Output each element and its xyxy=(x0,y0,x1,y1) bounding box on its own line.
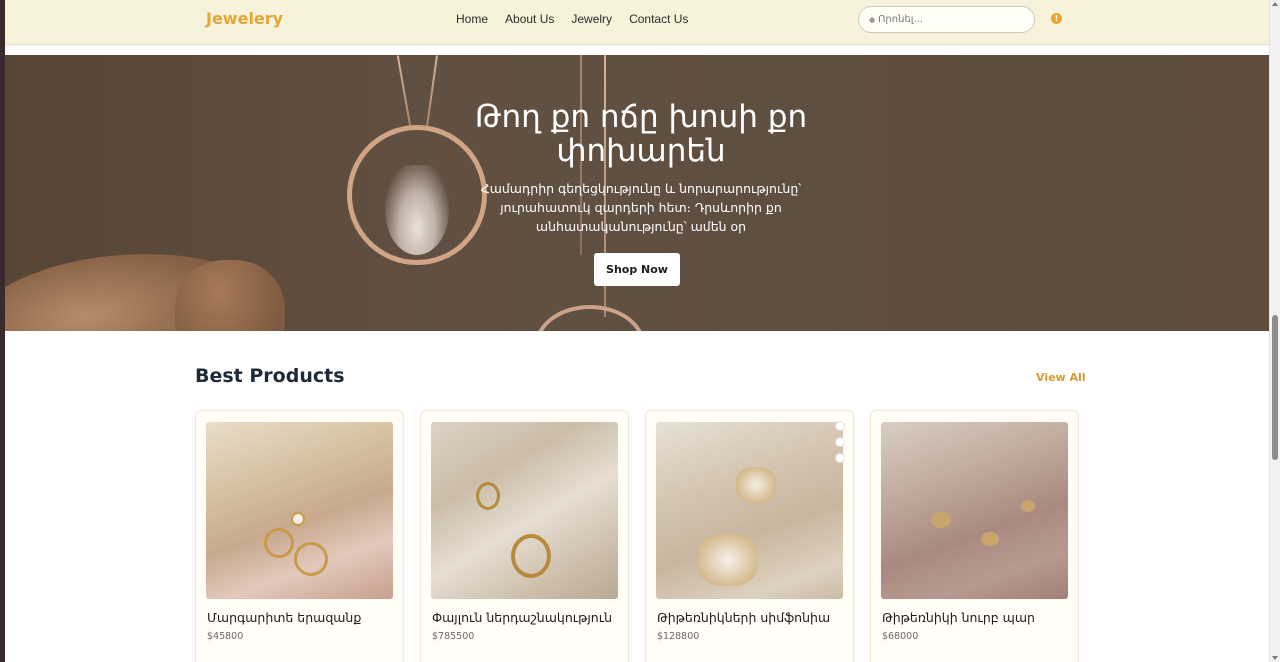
brand-logo[interactable]: Jewelery xyxy=(206,9,283,28)
butterfly-charm xyxy=(1021,500,1035,512)
product-name[interactable]: Մարգարիտե երազանք xyxy=(207,610,361,625)
product-image[interactable] xyxy=(881,422,1068,599)
carousel-dot[interactable] xyxy=(835,421,845,431)
product-card[interactable]: Փայլուն ներդաշնակություն $785500 xyxy=(420,410,629,662)
search-box: ● xyxy=(858,6,1035,33)
product-name[interactable]: Թիթեռնիկի նուրբ պար xyxy=(882,610,1035,625)
butterfly-earring xyxy=(736,467,776,503)
earring-hoop xyxy=(294,542,328,576)
scrollbar-thumb[interactable] xyxy=(1272,315,1278,460)
nav-home[interactable]: Home xyxy=(456,12,488,26)
product-card[interactable]: Թիթեռնիկների սիմֆոնիա $128800 xyxy=(645,410,854,662)
search-icon: ● xyxy=(869,15,876,24)
product-price: $68000 xyxy=(882,631,919,642)
search-input[interactable] xyxy=(878,14,1019,25)
pendant xyxy=(511,534,551,578)
vertical-scrollbar[interactable] xyxy=(1269,0,1280,662)
product-price: $785500 xyxy=(432,631,475,642)
product-card[interactable]: Թիթեռնիկի նուրբ պար $68000 xyxy=(870,410,1079,662)
hero-banner: Թող քո ոճը խոսի քո փոխարեն Համադրիր գեղե… xyxy=(5,55,1269,331)
nav-contact-us[interactable]: Contact Us xyxy=(629,12,688,26)
hero-title: Թող քո ոճը խոսի քո փոխարեն xyxy=(474,99,808,169)
navbar: Jewelery Home About Us Jewelry Contact U… xyxy=(5,0,1269,45)
earring-hoop xyxy=(264,528,294,558)
product-name[interactable]: Փայլուն ներդաշնակություն xyxy=(432,610,612,625)
carousel-dot[interactable] xyxy=(835,437,845,447)
earring xyxy=(476,482,500,510)
carousel-dot[interactable] xyxy=(835,453,845,463)
carousel-dots xyxy=(835,421,847,469)
product-image[interactable] xyxy=(656,422,843,599)
product-price: $45800 xyxy=(207,631,244,642)
product-card[interactable]: Մարգարիտե երազանք $45800 xyxy=(195,410,404,662)
nav-about-us[interactable]: About Us xyxy=(505,12,554,26)
notification-icon[interactable]: ! xyxy=(1051,13,1062,24)
product-name[interactable]: Թիթեռնիկների սիմֆոնիա xyxy=(657,610,830,625)
scroll-down-arrow-icon[interactable] xyxy=(1272,656,1278,660)
butterfly-pendant xyxy=(698,534,758,586)
product-price: $128800 xyxy=(657,631,700,642)
tree-pendant-center xyxy=(385,165,449,255)
view-all-link[interactable]: View All xyxy=(1036,371,1086,384)
pearl xyxy=(291,512,305,526)
main-nav: Home About Us Jewelry Contact Us xyxy=(456,12,688,26)
hero-subtitle: Համադրիր գեղեցկությունը և նորարարություն… xyxy=(480,181,802,234)
shop-now-button[interactable]: Shop Now xyxy=(594,253,680,286)
page: Jewelery Home About Us Jewelry Contact U… xyxy=(5,0,1269,662)
nav-jewelry[interactable]: Jewelry xyxy=(571,12,612,26)
butterfly-charm xyxy=(981,532,999,546)
product-image[interactable] xyxy=(431,422,618,599)
best-products-title: Best Products xyxy=(195,365,345,387)
product-image[interactable] xyxy=(206,422,393,599)
scroll-up-arrow-icon[interactable] xyxy=(1272,2,1278,6)
butterfly-earring xyxy=(931,512,951,528)
